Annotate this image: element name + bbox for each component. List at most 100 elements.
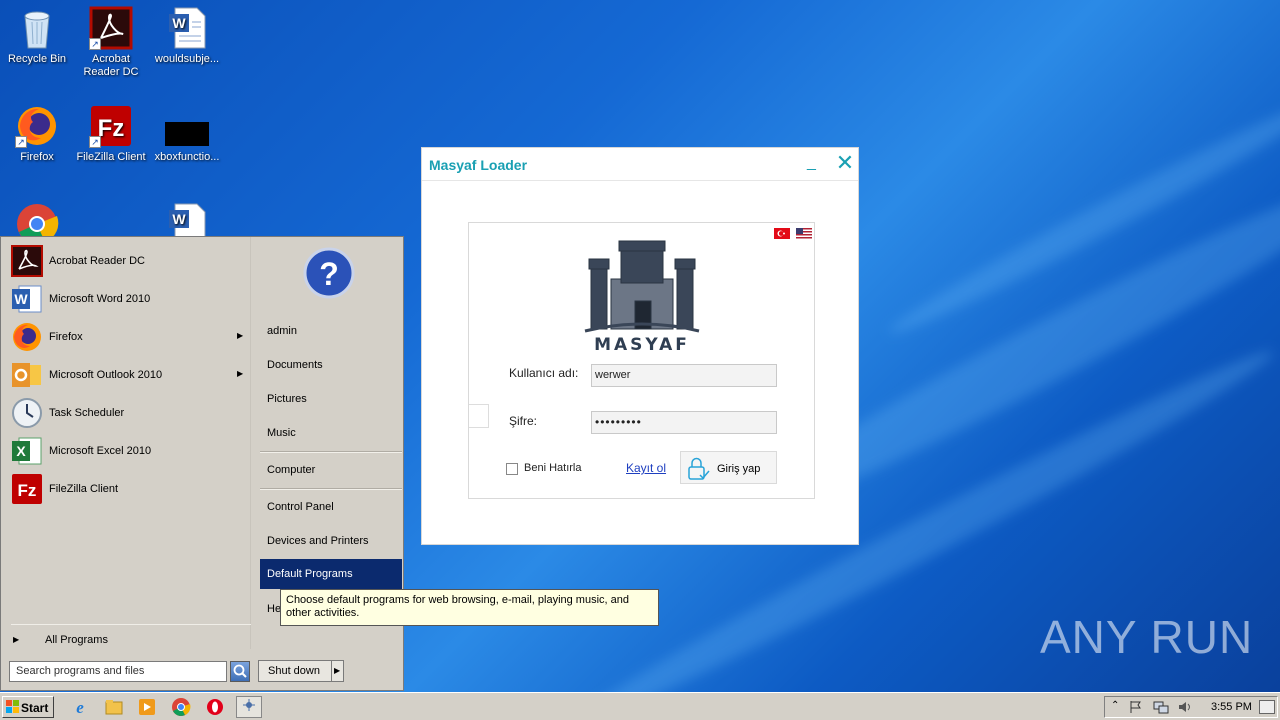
windows-logo-icon — [6, 700, 20, 717]
desktop-icon-label: Acrobat Reader DC — [83, 53, 139, 78]
program-label: FileZilla Client — [49, 483, 119, 495]
show-hidden-icons-icon[interactable]: ⌃ — [1111, 700, 1119, 711]
shutdown-button[interactable]: Shut down — [258, 660, 332, 682]
all-programs-arrow-icon: ▶ — [13, 635, 20, 644]
svg-text:?: ? — [319, 256, 339, 292]
start-menu-music[interactable]: Music — [260, 418, 402, 448]
lock-icon — [686, 457, 710, 484]
desktop-icon-firefox[interactable]: ↗ Firefox — [0, 104, 74, 164]
volume-icon[interactable] — [1177, 700, 1193, 717]
submenu-arrow-icon: ▶ — [237, 369, 244, 378]
masyaf-loader-window: Masyaf Loader _ ✕ MASYAF Kullanıcı adı: … — [421, 147, 859, 545]
clock-icon — [11, 397, 43, 429]
firefox-icon: ↗ — [15, 104, 59, 148]
desktop-icon-label: xboxfunctio... — [154, 151, 220, 163]
ie-icon[interactable]: e — [70, 697, 90, 717]
start-menu-control-panel[interactable]: Control Panel — [260, 492, 402, 522]
desktop-icon-label: FileZilla Client — [76, 151, 146, 163]
network-app-icon[interactable] — [236, 696, 262, 718]
svg-text:W: W — [14, 291, 28, 307]
svg-text:Fz: Fz — [98, 115, 125, 142]
start-button[interactable]: Start — [2, 696, 54, 718]
desktop-icon-label: wouldsubje... — [154, 53, 220, 65]
flag-icon[interactable] — [1129, 700, 1143, 717]
help-icon: ? — [303, 247, 355, 299]
login-panel: MASYAF Kullanıcı adı: werwer Şifre: ••••… — [468, 222, 815, 499]
program-item-outlook[interactable]: Microsoft Outlook 2010 ▶ — [9, 357, 249, 393]
taskbar: Start e ⌃ 3:55 PM — [0, 692, 1280, 720]
right-pane-divider — [260, 488, 402, 490]
program-label: Task Scheduler — [49, 407, 125, 419]
minimize-button[interactable]: _ — [807, 154, 827, 174]
program-item-firefox[interactable]: Firefox ▶ — [9, 319, 249, 355]
login-button[interactable]: Giriş yap — [680, 451, 777, 484]
word-icon: W — [11, 283, 43, 315]
start-menu-computer[interactable]: Computer — [260, 455, 402, 485]
login-button-label: Giriş yap — [717, 463, 761, 475]
program-item-filezilla[interactable]: Fz FileZilla Client — [9, 471, 249, 507]
shutdown-options-arrow-icon[interactable]: ▶ — [332, 660, 344, 682]
watermark-text: ANY RUN — [1040, 611, 1254, 663]
program-label: Acrobat Reader DC — [49, 255, 145, 267]
program-item-word[interactable]: W Microsoft Word 2010 — [9, 281, 249, 317]
black-file-icon — [165, 104, 211, 148]
us-flag-icon[interactable] — [796, 228, 812, 239]
desktop-icon-acrobat[interactable]: ↗ Acrobat Reader DC — [74, 6, 148, 79]
media-player-icon[interactable] — [137, 697, 157, 717]
firefox-icon — [11, 321, 43, 353]
program-label: Microsoft Excel 2010 — [49, 445, 152, 457]
remember-me-checkbox[interactable] — [506, 463, 518, 475]
word-doc-icon: W — [165, 6, 209, 50]
outlook-icon — [11, 359, 43, 391]
desktop-icon-filezilla[interactable]: Fz ↗ FileZilla Client — [74, 104, 148, 164]
acrobat-icon: ↗ — [89, 6, 133, 50]
remember-me-label: Beni Hatırla — [524, 462, 582, 474]
program-label: Firefox — [49, 331, 83, 343]
program-label: Microsoft Word 2010 — [49, 293, 151, 305]
brand-name: MASYAF — [594, 335, 690, 355]
close-button[interactable]: ✕ — [834, 152, 856, 174]
chrome-icon[interactable] — [171, 697, 191, 717]
svg-text:W: W — [172, 211, 186, 227]
search-icon[interactable] — [230, 661, 250, 682]
program-item-excel[interactable]: X Microsoft Excel 2010 — [9, 433, 249, 469]
start-menu-devices-printers[interactable]: Devices and Printers — [260, 526, 402, 556]
opera-icon[interactable] — [205, 697, 225, 717]
start-menu-default-programs[interactable]: Default Programs — [260, 559, 402, 589]
excel-icon: X — [11, 435, 43, 467]
desktop-icon-xbox-file[interactable]: xboxfunctio... — [150, 104, 224, 164]
right-pane-divider — [260, 451, 402, 453]
svg-text:X: X — [16, 443, 26, 459]
title-divider — [422, 180, 858, 181]
svg-text:Fz: Fz — [18, 481, 37, 500]
acrobat-icon — [11, 245, 43, 277]
all-programs-link[interactable]: All Programs — [45, 634, 108, 646]
desktop-icon-label: Firefox — [20, 151, 54, 163]
show-desktop-icon[interactable] — [1259, 700, 1275, 714]
username-input[interactable]: werwer — [591, 364, 777, 387]
register-link[interactable]: Kayıt ol — [626, 461, 666, 475]
desktop-icon-recycle-bin[interactable]: Recycle Bin — [0, 6, 74, 66]
svg-text:W: W — [172, 15, 186, 31]
search-input[interactable]: Search programs and files — [9, 661, 227, 682]
decorative-box — [469, 404, 489, 428]
start-menu-documents[interactable]: Documents — [260, 350, 402, 380]
start-menu-pictures[interactable]: Pictures — [260, 384, 402, 414]
clock[interactable]: 3:55 PM — [1211, 701, 1252, 713]
start-label: Start — [21, 701, 49, 715]
svg-text:e: e — [76, 698, 84, 717]
desktop-icon-word-doc[interactable]: W wouldsubje... — [150, 6, 224, 66]
program-item-acrobat[interactable]: Acrobat Reader DC — [9, 243, 249, 279]
desktop-icon-label: Recycle Bin — [7, 53, 67, 65]
password-input[interactable]: ••••••••• — [591, 411, 777, 434]
filezilla-icon: Fz — [11, 473, 43, 505]
program-item-task-scheduler[interactable]: Task Scheduler — [9, 395, 249, 431]
start-menu-user-admin[interactable]: admin — [260, 316, 402, 346]
network-icon[interactable] — [1153, 700, 1169, 717]
programs-divider — [11, 624, 251, 625]
username-label: Kullanıcı adı: — [509, 366, 579, 380]
window-title: Masyaf Loader — [429, 157, 528, 173]
recycle-bin-icon — [15, 6, 59, 50]
turkey-flag-icon[interactable] — [774, 228, 790, 239]
explorer-icon[interactable] — [104, 697, 124, 717]
